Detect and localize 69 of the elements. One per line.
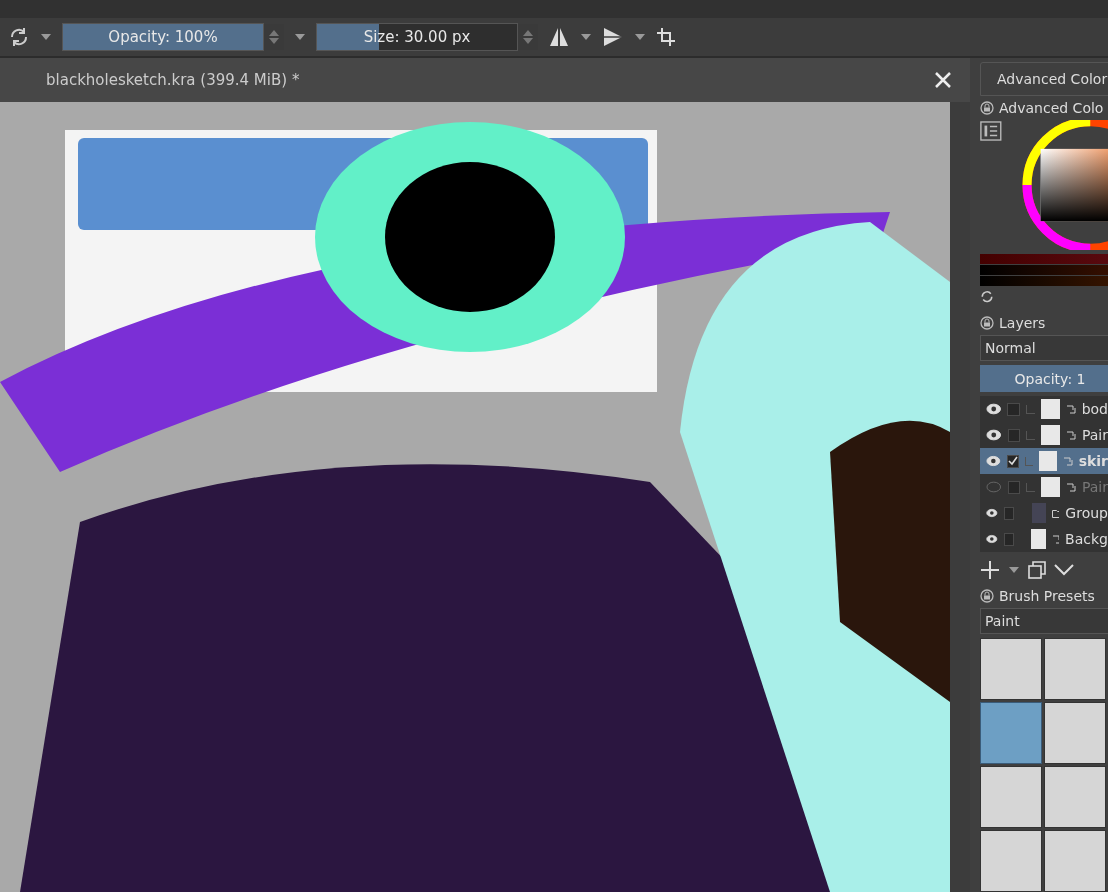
layer-name: bod: [1081, 401, 1108, 417]
layer-thumbnail: [1031, 529, 1046, 549]
layer-thumbnail: [1040, 425, 1061, 445]
layer-icon: [1066, 404, 1076, 414]
layer-checkbox[interactable]: [1003, 532, 1014, 546]
layer-row[interactable]: Group: [980, 500, 1108, 526]
panel-title: Layers: [999, 315, 1046, 332]
layer-name: Backg: [1065, 531, 1108, 547]
brush-preset-tile[interactable]: [1044, 638, 1106, 700]
flip-icon[interactable]: [602, 26, 624, 48]
document-title[interactable]: blackholesketch.kra (399.4 MiB) *: [46, 71, 300, 89]
layer-row[interactable]: bod: [980, 396, 1108, 422]
layer-thumbnail: [1040, 399, 1061, 419]
brush-preset-tile[interactable]: [1044, 830, 1106, 892]
caret-icon[interactable]: [634, 33, 646, 41]
brush-preset-tile[interactable]: [1044, 702, 1106, 764]
layer-checkbox[interactable]: [1006, 454, 1019, 468]
docker-tab[interactable]: Advanced Color: [980, 62, 1108, 96]
caret-icon[interactable]: [40, 33, 52, 41]
refresh-icon[interactable]: [980, 290, 994, 304]
brush-preset-tile[interactable]: [980, 830, 1042, 892]
layer-icon: [1063, 456, 1073, 466]
vertical-scrollbar[interactable]: [950, 102, 970, 892]
layer-checkbox[interactable]: [1007, 428, 1021, 442]
eye-icon[interactable]: [986, 507, 998, 519]
layer-thumbnail: [1039, 451, 1058, 471]
list-icon[interactable]: [980, 120, 1002, 142]
caret-icon[interactable]: [580, 33, 592, 41]
layer-checkbox[interactable]: [1007, 402, 1021, 416]
layer-thumbnail: [1040, 477, 1061, 497]
layer-thumbnail: [1031, 503, 1047, 523]
close-icon[interactable]: [934, 71, 952, 89]
blend-mode-dropdown[interactable]: Normal: [980, 335, 1108, 362]
lock-icon[interactable]: [980, 589, 994, 603]
opacity-slider[interactable]: Opacity: 100%: [62, 23, 264, 51]
chevron-down-icon[interactable]: [1054, 564, 1074, 576]
brush-preset-tile[interactable]: [980, 638, 1042, 700]
mirror-icon[interactable]: [548, 26, 570, 48]
layer-icon: [1066, 482, 1076, 492]
panel-title: Brush Presets: [999, 588, 1095, 604]
layer-row[interactable]: Pair: [980, 422, 1108, 448]
color-sliders[interactable]: [980, 254, 1108, 286]
layer-name: Group: [1065, 505, 1108, 521]
layer-opacity-slider[interactable]: Opacity: 1: [980, 365, 1108, 392]
brush-preset-tile[interactable]: [980, 702, 1042, 764]
layer-checkbox[interactable]: [1007, 480, 1021, 494]
eye-icon[interactable]: [986, 533, 998, 545]
lock-icon[interactable]: [980, 316, 994, 331]
crop-icon[interactable]: [656, 27, 676, 47]
brush-preset-tile[interactable]: [980, 766, 1042, 828]
panel-title: Advanced Colo: [999, 100, 1104, 116]
folder-icon: [1052, 508, 1060, 518]
layer-name: Pair: [1081, 427, 1108, 443]
refresh-icon[interactable]: [8, 26, 30, 48]
brush-tag-dropdown[interactable]: Paint: [980, 608, 1108, 634]
brush-preset-tile[interactable]: [1044, 766, 1106, 828]
duplicate-icon[interactable]: [1028, 561, 1046, 579]
layer-row[interactable]: skir: [980, 448, 1108, 474]
layer-name: skir: [1078, 453, 1108, 469]
size-slider[interactable]: Size: 30.00 px: [316, 23, 518, 51]
layer-checkbox[interactable]: [1003, 506, 1014, 520]
caret-icon[interactable]: [294, 33, 306, 41]
caret-icon[interactable]: [1008, 566, 1020, 574]
layer-icon: [1051, 534, 1060, 544]
layer-row[interactable]: Backg: [980, 526, 1108, 552]
layer-icon: [1066, 430, 1076, 440]
add-icon[interactable]: [980, 560, 1000, 580]
lock-icon[interactable]: [980, 101, 994, 115]
layer-name: Pair: [1081, 479, 1108, 495]
